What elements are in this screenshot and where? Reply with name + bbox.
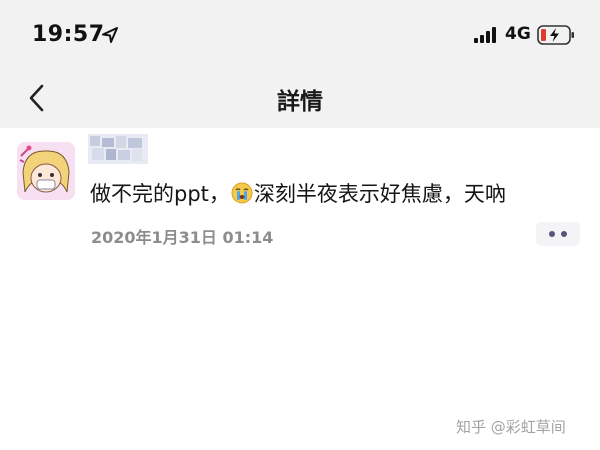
cellular-signal-icon bbox=[474, 27, 496, 43]
crying-face-emoji-icon bbox=[231, 182, 253, 204]
post-content: 做不完的ppt， 深刻半夜表示好焦慮，天吶 bbox=[90, 178, 506, 208]
post-timestamp: 2020年1月31日 01:14 bbox=[91, 228, 274, 247]
avatar-cartoon bbox=[17, 142, 75, 200]
post-text-part-1: 做不完的ppt， bbox=[90, 182, 230, 206]
post-text-part-2: 深刻半夜表示好焦慮，天吶 bbox=[253, 182, 506, 206]
status-bar: 19:57 4G bbox=[0, 0, 600, 68]
watermark: 知乎 @彩虹草间 bbox=[456, 418, 566, 436]
battery-low-charging-icon bbox=[537, 25, 574, 45]
status-time: 19:57 bbox=[32, 22, 105, 47]
location-arrow-icon bbox=[102, 27, 118, 43]
avatar[interactable] bbox=[17, 142, 75, 200]
more-dot bbox=[561, 231, 567, 237]
more-button[interactable] bbox=[536, 222, 580, 246]
network-type: 4G bbox=[505, 24, 531, 44]
more-dots-icon bbox=[549, 231, 555, 237]
page-title: 詳情 bbox=[277, 89, 323, 115]
navigation-bar: 詳情 bbox=[0, 68, 600, 128]
username-mosaic bbox=[88, 134, 148, 164]
